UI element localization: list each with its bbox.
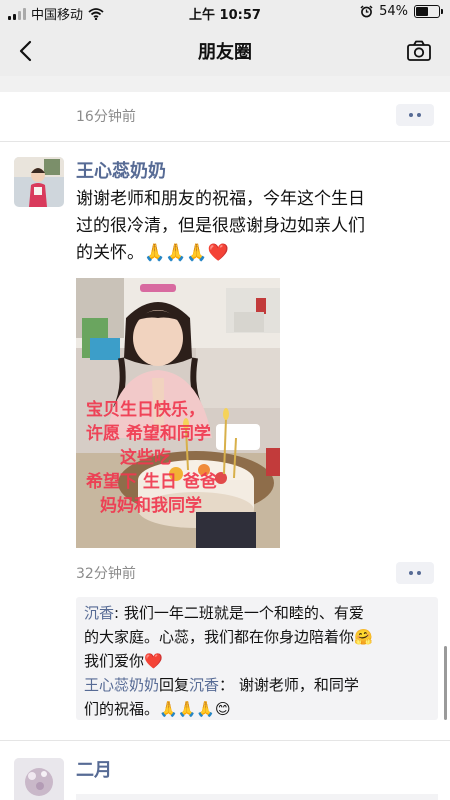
avatar-photo <box>14 758 64 800</box>
reply-target[interactable]: 沉香 <box>189 676 219 694</box>
comment-author[interactable]: 王心蕊奶奶 <box>84 676 159 694</box>
next-post-preview <box>76 794 438 800</box>
photo-caption-line: 许愿 希望和同学 <box>86 424 211 444</box>
post-author[interactable]: 王心蕊奶奶 <box>76 157 166 183</box>
post-photo[interactable]: 宝贝生日快乐， 许愿 希望和同学 这些吃 希望下 生日 爸爸 妈妈和我同学 <box>76 278 280 548</box>
comments-panel: 沉香: 我们一年二班就是一个和睦的、有爱 的大家庭。心蕊，我们都在你身边陪着你🤗… <box>76 597 438 720</box>
post-divider <box>0 740 450 741</box>
avatar[interactable] <box>14 758 64 800</box>
comment-text: 我们一年二班就是一个和睦的、有爱 <box>123 604 364 622</box>
camera-icon[interactable] <box>406 39 432 63</box>
photo-caption-line: 这些吃 <box>120 448 171 468</box>
comment-text: 们的祝福。🙏🙏🙏😊 <box>84 700 231 718</box>
post-text-line: 的关怀。🙏🙏🙏❤️ <box>76 243 229 263</box>
battery-percent: 54% <box>379 4 408 19</box>
previous-post-footer <box>0 92 450 142</box>
comment-separator: : <box>114 604 124 622</box>
comment-text: 谢谢老师，和同学 <box>234 676 359 694</box>
comment-separator: ： <box>219 676 235 694</box>
previous-post-time: 16分钟前 <box>76 109 136 125</box>
photo-caption: 宝贝生日快乐， 许愿 希望和同学 这些吃 希望下 生日 爸爸 妈妈和我同学 <box>86 398 217 518</box>
post-divider <box>0 141 450 142</box>
post-author[interactable]: 二月 <box>76 756 112 782</box>
status-right: 54% <box>360 4 443 19</box>
comment-reply[interactable]: 王心蕊奶奶回复沉香： 谢谢老师，和同学 们的祝福。🙏🙏🙏😊 <box>84 673 430 721</box>
battery-level <box>416 7 428 16</box>
post-time: 32分钟前 <box>76 566 136 582</box>
photo-caption-line: 希望下 生日 爸爸 <box>86 472 217 492</box>
post-text-line: 谢谢老师和朋友的祝福，今年这个生日 <box>76 189 365 209</box>
battery-icon <box>414 5 443 18</box>
photo-caption-line: 妈妈和我同学 <box>100 496 202 516</box>
alarm-icon <box>360 5 373 18</box>
post-text-line: 过的很冷清，但是很感谢身边如亲人们 <box>76 216 365 236</box>
avatar-photo <box>14 157 64 207</box>
post-text: 谢谢老师和朋友的祝福，今年这个生日 过的很冷清，但是很感谢身边如亲人们 的关怀。… <box>76 186 365 267</box>
nav-bar: 朋友圈 <box>0 26 450 76</box>
more-actions-button[interactable] <box>396 104 434 126</box>
page-title: 朋友圈 <box>198 42 252 63</box>
more-actions-button[interactable] <box>396 562 434 584</box>
comment[interactable]: 沉香: 我们一年二班就是一个和睦的、有爱 的大家庭。心蕊，我们都在你身边陪着你🤗… <box>84 601 430 673</box>
scrollbar[interactable] <box>444 646 447 720</box>
comment-text: 我们爱你❤️ <box>84 652 163 670</box>
avatar[interactable] <box>14 157 64 207</box>
status-bar: 中国移动 上午 10:57 54% <box>0 0 450 26</box>
reply-word: 回复 <box>159 676 190 694</box>
comment-text: 的大家庭。心蕊，我们都在你身边陪着你🤗 <box>84 628 373 646</box>
photo-caption-line: 宝贝生日快乐， <box>86 400 205 420</box>
comment-author[interactable]: 沉香 <box>84 604 114 622</box>
previous-post-comment-edge <box>0 76 450 92</box>
